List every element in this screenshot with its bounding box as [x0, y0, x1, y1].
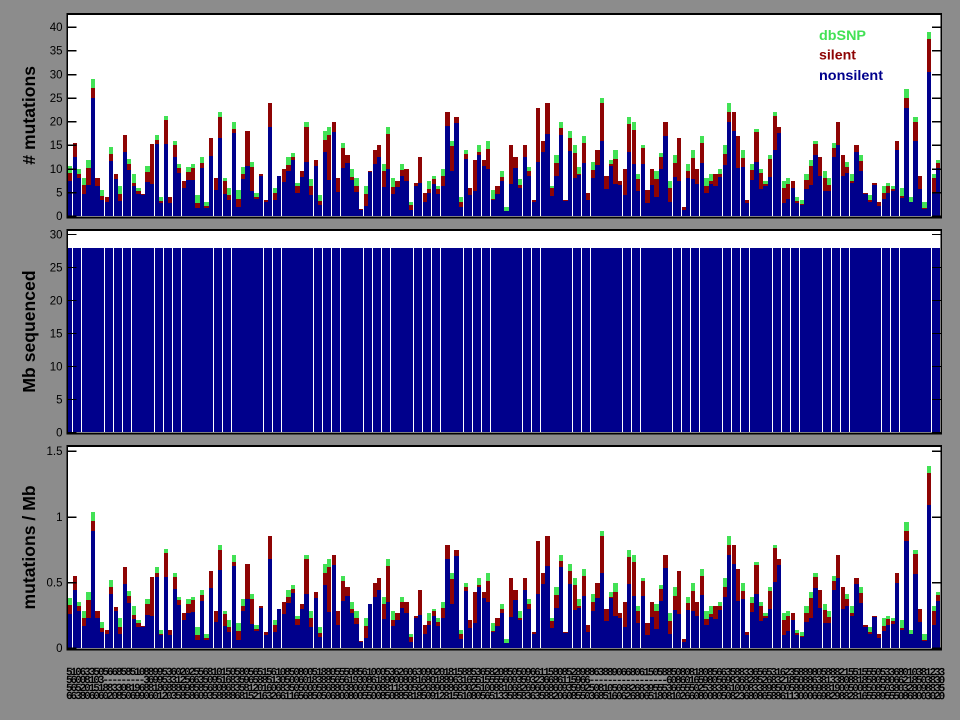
svg-text:# mutations: # mutations [19, 66, 39, 165]
svg-text:Mb sequenced: Mb sequenced [19, 270, 39, 392]
svg-text:0: 0 [56, 211, 62, 223]
svg-text:10: 10 [50, 361, 63, 373]
svg-text:nonsilent: nonsilent [819, 68, 883, 84]
svg-text:25: 25 [50, 93, 63, 105]
svg-text:40: 40 [50, 22, 63, 34]
svg-text:20: 20 [50, 117, 63, 129]
svg-text:35: 35 [50, 46, 63, 58]
svg-text:silent: silent [819, 48, 856, 64]
svg-text:30: 30 [50, 229, 63, 241]
svg-text:5: 5 [56, 188, 62, 200]
svg-text:1.5: 1.5 [47, 446, 63, 458]
svg-text:dbSNP: dbSNP [819, 28, 866, 44]
svg-text:5: 5 [56, 394, 62, 406]
svg-text:mutations / Mb: mutations / Mb [19, 485, 39, 609]
svg-text:30: 30 [50, 69, 63, 81]
svg-text:10: 10 [50, 164, 63, 176]
svg-text:15: 15 [50, 328, 63, 340]
svg-text:663806060208506990601203585860: 6638060602085069906012035858609358888681… [66, 691, 945, 703]
svg-text:15: 15 [50, 140, 63, 152]
svg-text:0.5: 0.5 [47, 578, 63, 590]
svg-text:0: 0 [56, 643, 62, 655]
svg-text:25: 25 [50, 262, 63, 274]
svg-text:1: 1 [56, 512, 62, 524]
svg-text:0: 0 [56, 427, 62, 439]
svg-text:20: 20 [50, 295, 63, 307]
